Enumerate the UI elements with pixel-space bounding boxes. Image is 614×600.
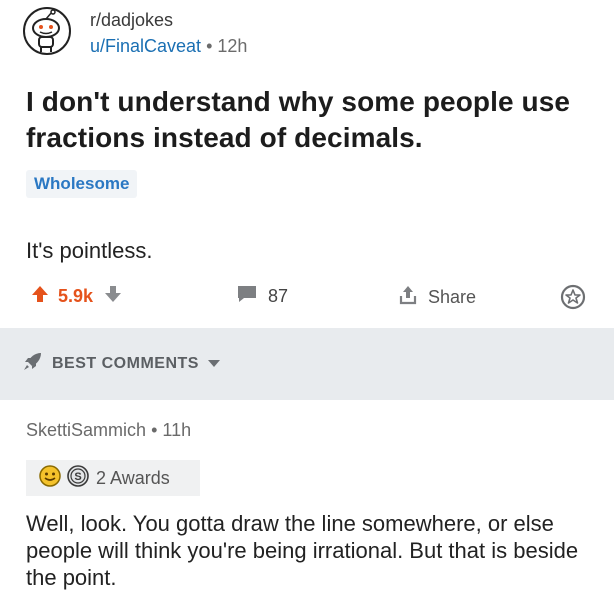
post-score: 5.9k <box>58 286 94 306</box>
vote-controls: 5.9k <box>30 284 123 309</box>
post-body: It's pointless. <box>26 238 153 263</box>
rocket-icon <box>22 350 44 377</box>
comment-author[interactable]: SkettiSammich <box>26 420 146 440</box>
post-action-bar: 5.9k 87 Share <box>0 280 614 320</box>
meta-separator: • <box>206 36 213 56</box>
comment-sort-bar[interactable]: BEST COMMENTS <box>0 328 614 400</box>
sort-label: BEST COMMENTS <box>52 354 199 372</box>
wholesome-award-icon <box>38 464 62 493</box>
post-flair[interactable]: Wholesome <box>26 170 138 198</box>
awards-count: 2 Awards <box>96 467 170 488</box>
share-icon <box>398 284 418 311</box>
comment-body: Well, look. You gotta draw the line some… <box>26 511 579 590</box>
post-title[interactable]: I don't understand why some people use f… <box>26 84 586 156</box>
comment-meta: SkettiSammich • 11h <box>26 420 191 441</box>
downvote-icon[interactable] <box>103 284 123 309</box>
share-button[interactable]: Share <box>398 284 476 311</box>
subreddit-avatar-icon[interactable] <box>22 6 72 56</box>
comment-count: 87 <box>268 286 289 306</box>
subreddit-name[interactable]: r/dadjokes <box>90 10 173 31</box>
share-label: Share <box>428 287 477 307</box>
post-meta: u/FinalCaveat • 12h <box>90 36 247 57</box>
comments-button[interactable]: 87 <box>236 284 288 309</box>
comment-bubble-icon <box>236 284 258 309</box>
svg-text:S: S <box>74 471 81 483</box>
comment-age: 11h <box>162 420 192 440</box>
meta-separator: • <box>151 420 158 440</box>
silver-award-icon: S <box>66 464 90 493</box>
post-age: 12h <box>217 36 248 56</box>
post-author[interactable]: u/FinalCaveat <box>90 36 201 56</box>
save-star-icon[interactable] <box>560 284 586 310</box>
awards-badge[interactable]: S 2 Awards <box>26 460 200 496</box>
upvote-icon[interactable] <box>30 284 50 309</box>
chevron-down-icon <box>207 355 221 373</box>
